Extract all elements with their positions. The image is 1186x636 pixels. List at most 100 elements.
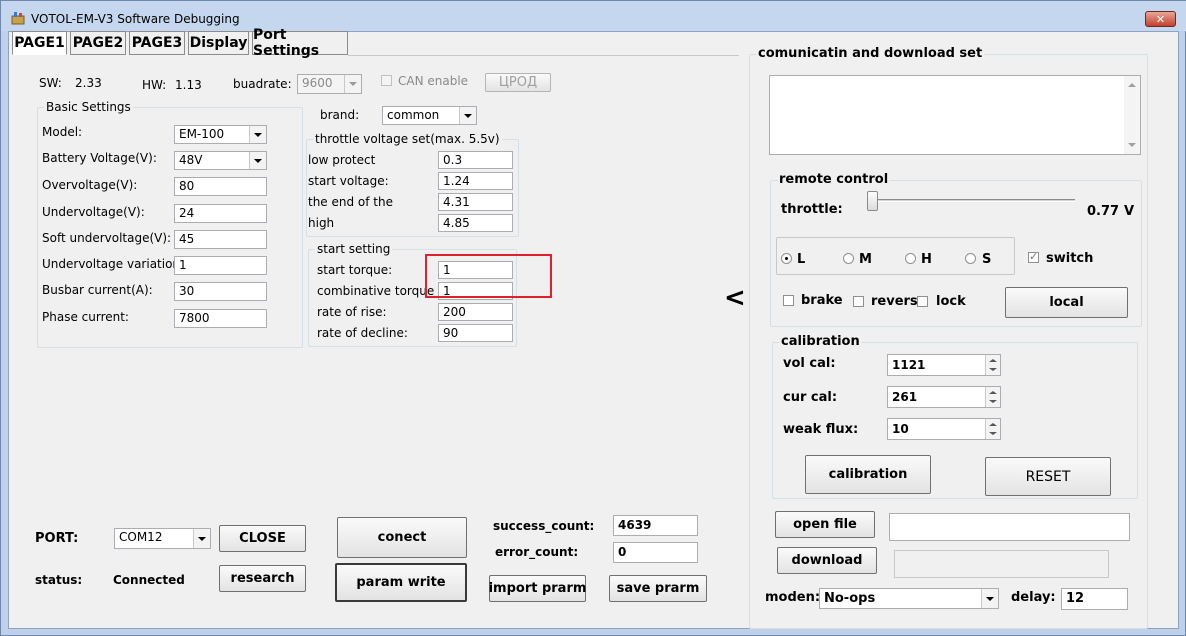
- gear-radio-s[interactable]: [965, 253, 976, 264]
- import-param-button[interactable]: import prarm: [489, 575, 586, 602]
- tab-divider: [348, 55, 739, 56]
- research-button[interactable]: research: [219, 565, 306, 592]
- upgrade-label: ЦРОД: [498, 75, 538, 90]
- port-select[interactable]: COM12: [114, 528, 211, 549]
- window-close-button[interactable]: ✕: [1145, 11, 1176, 27]
- lock-label: lock: [936, 294, 966, 309]
- weak-flux-label: weak flux:: [783, 422, 859, 437]
- gear-label-s: S: [982, 252, 992, 267]
- soft-undervoltage-field[interactable]: 45: [174, 230, 267, 249]
- highlight-box: [425, 254, 552, 298]
- stepper-arrows-icon[interactable]: [985, 419, 1000, 439]
- error-count-label: error_count:: [495, 545, 579, 559]
- brake-checkbox[interactable]: [783, 295, 794, 306]
- open-file-label: open file: [793, 517, 857, 532]
- high-field[interactable]: 4.85: [438, 214, 513, 232]
- rate-of-rise-field[interactable]: 200: [438, 303, 513, 321]
- gear-radio-h[interactable]: [905, 253, 916, 264]
- local-button[interactable]: local: [1005, 287, 1128, 318]
- delay-field[interactable]: 12: [1061, 588, 1128, 610]
- gear-radio-m[interactable]: [843, 253, 854, 264]
- overvoltage-field[interactable]: 80: [174, 177, 267, 196]
- title-bar: VOTOL-EM-V3 Software Debugging ✕: [1, 1, 1186, 31]
- busbar-current-field[interactable]: 30: [174, 282, 267, 301]
- calibration-button[interactable]: calibration: [805, 455, 931, 494]
- gear-radio-l[interactable]: [781, 253, 792, 264]
- upgrade-button[interactable]: ЦРОД: [485, 73, 551, 92]
- group-title: comunicatin and download set: [756, 46, 985, 61]
- start-voltage-label: start voltage:: [308, 174, 389, 188]
- brand-label: brand:: [320, 108, 360, 122]
- group-title: throttle voltage set(max. 5.5v): [313, 132, 502, 146]
- comm-log-textarea[interactable]: [769, 75, 1141, 155]
- stepper-arrows-icon[interactable]: [985, 355, 1000, 375]
- weak-flux-stepper[interactable]: 10: [887, 418, 1001, 440]
- baud-select[interactable]: 9600: [297, 74, 362, 94]
- vol-cal-stepper[interactable]: 1121: [887, 354, 1001, 376]
- param-write-button[interactable]: param write: [335, 563, 467, 602]
- calibration-label: calibration: [828, 467, 908, 482]
- end-voltage-label: the end of the: [308, 195, 394, 209]
- scroll-up-icon[interactable]: [1128, 83, 1136, 87]
- tab-display[interactable]: Display: [188, 31, 249, 55]
- rate-of-decline-label: rate of decline:: [317, 326, 408, 340]
- tab-label: PAGE1: [14, 35, 65, 51]
- end-voltage-field[interactable]: 4.31: [438, 193, 513, 211]
- undervoltage-field[interactable]: 24: [174, 204, 267, 223]
- hw-label: HW:: [142, 78, 167, 92]
- chevron-down-icon: [193, 529, 210, 548]
- reverse-checkbox[interactable]: [853, 296, 864, 307]
- download-button[interactable]: download: [777, 547, 877, 574]
- tab-port-settings[interactable]: Port Settings: [252, 27, 348, 59]
- overvoltage-label: Overvoltage(V):: [42, 178, 138, 192]
- moden-select[interactable]: No-ops: [819, 588, 999, 609]
- status-value: Connected: [113, 573, 185, 587]
- throttle-slider[interactable]: [867, 191, 1079, 213]
- model-select[interactable]: EM-100: [174, 125, 267, 144]
- log-scrollbar[interactable]: [1124, 76, 1140, 154]
- low-protect-field[interactable]: 0.3: [438, 151, 513, 169]
- tab-label: PAGE2: [72, 35, 124, 51]
- group-title: start setting: [315, 242, 393, 256]
- cur-cal-stepper[interactable]: 261: [887, 386, 1001, 408]
- undervoltage-variation-field[interactable]: 1: [174, 256, 267, 275]
- weak-flux-value: 10: [892, 422, 909, 436]
- tab-page3[interactable]: PAGE3: [129, 31, 185, 55]
- stepper-arrows-icon[interactable]: [985, 387, 1000, 407]
- open-file-button[interactable]: open file: [775, 511, 875, 538]
- switch-checkbox[interactable]: [1028, 250, 1039, 263]
- rate-of-decline-field[interactable]: 90: [438, 324, 513, 342]
- throttle-unit: V: [1124, 204, 1135, 219]
- undervoltage-variation-label: Undervoltage variation:: [42, 257, 185, 271]
- phase-current-field[interactable]: 7800: [174, 309, 267, 328]
- error-count-field[interactable]: 0: [613, 542, 698, 563]
- vol-cal-label: vol cal:: [783, 356, 836, 371]
- brand-select[interactable]: common: [382, 106, 477, 125]
- moden-value: No-ops: [824, 591, 876, 606]
- tab-page1[interactable]: PAGE1: [12, 31, 67, 55]
- battery-voltage-select[interactable]: 48V: [174, 151, 267, 170]
- delay-label: delay:: [1011, 590, 1056, 605]
- slider-thumb[interactable]: [867, 191, 878, 211]
- brake-label: brake: [801, 293, 843, 308]
- moden-label: moden:: [765, 590, 821, 605]
- start-voltage-field[interactable]: 1.24: [438, 172, 513, 190]
- scroll-down-icon[interactable]: [1128, 143, 1136, 147]
- model-value: EM-100: [179, 127, 225, 141]
- file-path-field[interactable]: [889, 513, 1130, 541]
- can-enable-label: CAN enable: [398, 74, 469, 88]
- save-param-button[interactable]: save prarm: [609, 575, 707, 602]
- success-count-field[interactable]: 4639: [613, 515, 698, 536]
- tab-page2[interactable]: PAGE2: [70, 31, 126, 55]
- close-port-button[interactable]: CLOSE: [219, 525, 306, 552]
- param-write-label: param write: [356, 575, 446, 590]
- undervoltage-label: Undervoltage(V):: [42, 205, 145, 219]
- import-label: import prarm: [488, 581, 587, 596]
- save-label: save prarm: [616, 581, 700, 596]
- lock-checkbox[interactable]: [917, 296, 928, 307]
- collapse-panel-icon[interactable]: <: [724, 285, 746, 311]
- reset-button[interactable]: RESET: [985, 457, 1111, 496]
- can-enable-checkbox[interactable]: [381, 75, 392, 86]
- connect-button[interactable]: conect: [337, 517, 467, 558]
- switch-label: switch: [1046, 251, 1094, 266]
